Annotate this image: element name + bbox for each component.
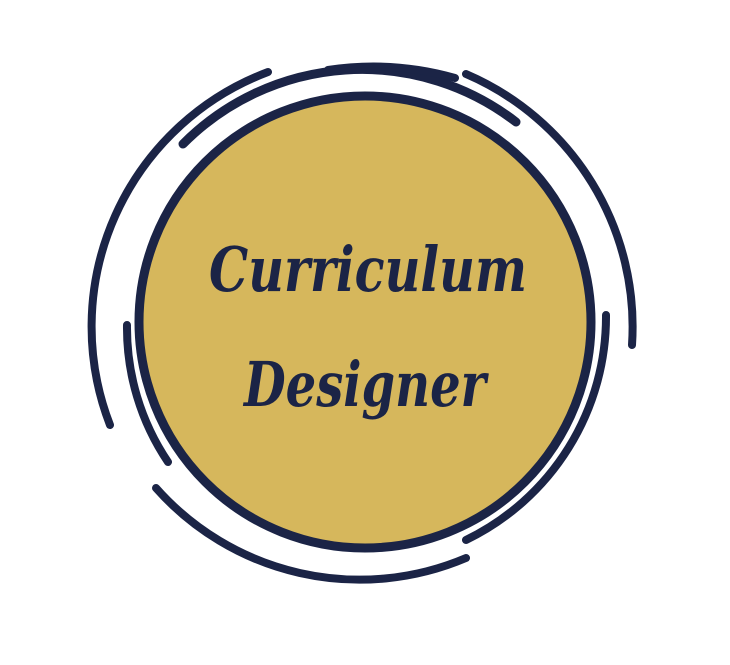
curriculum-designer-logo: Curriculum Designer <box>0 0 730 665</box>
logo-line-designer: Designer <box>242 348 489 421</box>
logo-line-curriculum: Curriculum <box>209 233 527 306</box>
gold-disc <box>134 91 596 553</box>
logo-graphic: Curriculum Designer <box>87 62 637 584</box>
